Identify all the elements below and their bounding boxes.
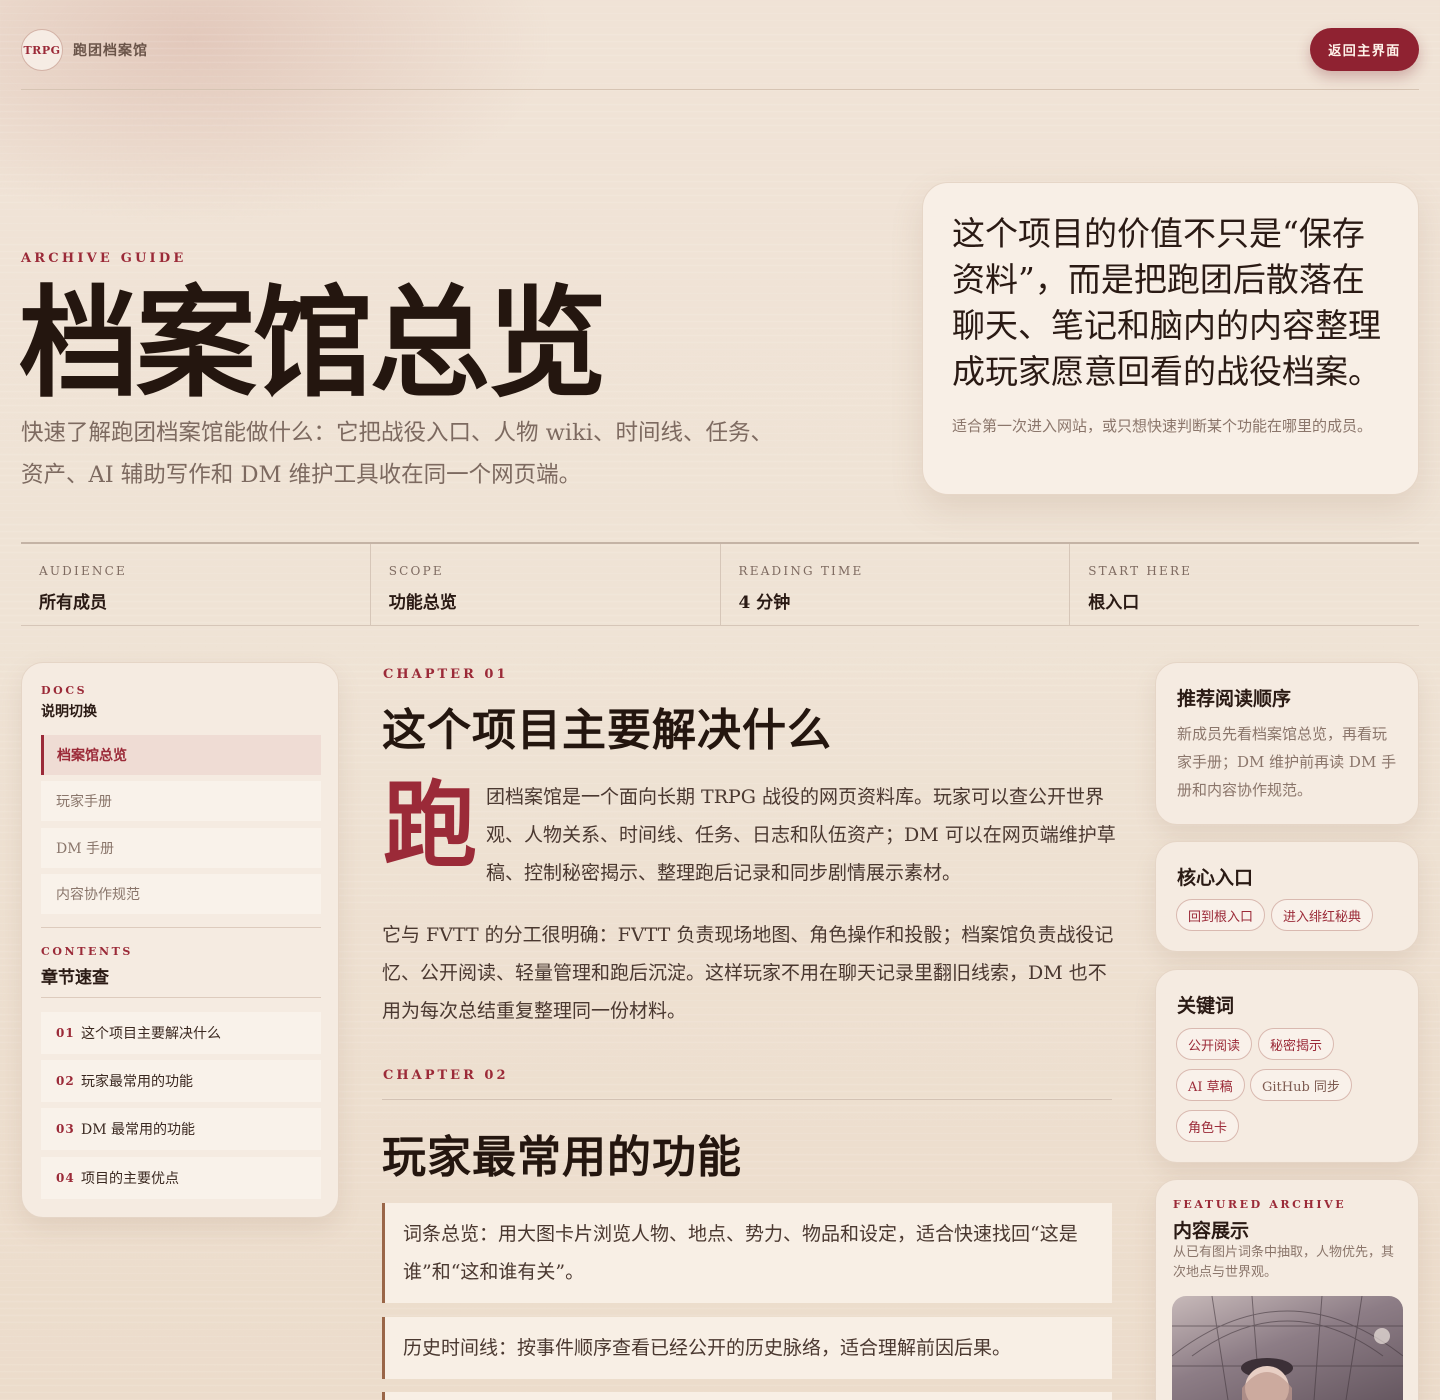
top-bar: TRPG 跑团档案馆 返回主界面 bbox=[21, 28, 1419, 90]
keywords-card: 关键词 公开阅读 秘密揭示 AI 草稿 GitHub 同步 角色卡 bbox=[1155, 969, 1419, 1163]
featured-eyebrow: FEATURED ARCHIVE bbox=[1173, 1198, 1347, 1211]
stat-scope: SCOPE 功能总览 bbox=[369, 544, 720, 625]
reading-order-card: 推荐阅读顺序 新成员先看档案馆总览，再看玩家手册；DM 维护前再读 DM 手册和… bbox=[1155, 662, 1419, 825]
featured-archive-card: FEATURED ARCHIVE 内容展示 从已有图片词条中抽取，人物优先，其次… bbox=[1155, 1179, 1419, 1400]
reading-order-text: 新成员先看档案馆总览，再看玩家手册；DM 维护前再读 DM 手册和内容协作规范。 bbox=[1177, 725, 1397, 799]
docs-sidebar: DOCS 说明切换 档案馆总览 玩家手册 DM 手册 内容协作规范 CONTEN… bbox=[21, 662, 339, 1218]
feature-item: 词条总览：用大图卡片浏览人物、地点、势力、物品和设定，适合快速找回“这是谁”和“… bbox=[382, 1203, 1112, 1303]
contents-eyebrow: CONTENTS bbox=[41, 945, 133, 958]
stat-label: START HERE bbox=[1088, 564, 1193, 578]
featured-title: 内容展示 bbox=[1173, 1220, 1250, 1242]
quote-card: 这个项目的价值不只是“保存资料”，而是把跑团后散落在聊天、笔记和脑内的内容整理成… bbox=[922, 182, 1419, 495]
toc-number: 04 bbox=[56, 1171, 75, 1185]
chapter-1-paragraph-2: 它与 FVTT 的分工很明确：FVTT 负责现场地图、角色操作和投骰；档案馆负责… bbox=[382, 924, 1114, 1022]
hero-description: 快速了解跑团档案馆能做什么：它把战役入口、人物 wiki、时间线、任务、资产、A… bbox=[21, 420, 773, 488]
back-to-main-button[interactable]: 返回主界面 bbox=[1310, 28, 1419, 71]
reading-order-title: 推荐阅读顺序 bbox=[1177, 688, 1292, 710]
docs-title: 说明切换 bbox=[41, 704, 97, 720]
toc-label: 这个项目主要解决什么 bbox=[81, 1026, 221, 1042]
keyword-tag[interactable]: 公开阅读 bbox=[1176, 1028, 1253, 1060]
drop-cap: 跑 bbox=[383, 771, 478, 881]
chapter-1-eyebrow: CHAPTER 01 bbox=[383, 667, 509, 682]
stat-value: 4 分钟 bbox=[738, 593, 791, 613]
doc-link-collab-guidelines[interactable]: 内容协作规范 bbox=[41, 874, 321, 914]
chapter-2-title: 玩家最常用的功能 bbox=[382, 1132, 742, 1183]
quote-text: 这个项目的价值不只是“保存资料”，而是把跑团后散落在聊天、笔记和脑内的内容整理成… bbox=[952, 214, 1381, 391]
stat-reading-time: READING TIME 4 分钟 bbox=[719, 544, 1070, 625]
root-entry-link[interactable]: 回到根入口 bbox=[1176, 899, 1266, 931]
stat-start-here: START HERE 根入口 bbox=[1069, 544, 1419, 625]
feature-item-partial bbox=[382, 1392, 1112, 1400]
stat-audience: AUDIENCE 所有成员 bbox=[21, 544, 370, 625]
sidebar-divider bbox=[41, 997, 321, 998]
featured-text: 从已有图片词条中抽取，人物优先，其次地点与世界观。 bbox=[1173, 1245, 1395, 1280]
toc-item[interactable]: 04 项目的主要优点 bbox=[41, 1157, 321, 1199]
toc-item[interactable]: 03 DM 最常用的功能 bbox=[41, 1108, 321, 1150]
sidebar-divider bbox=[41, 927, 321, 928]
featured-image[interactable] bbox=[1172, 1296, 1403, 1400]
toc-label: DM 最常用的功能 bbox=[81, 1122, 196, 1138]
stat-value: 功能总览 bbox=[388, 593, 457, 613]
crimson-codex-link[interactable]: 进入绯红秘典 bbox=[1271, 899, 1374, 931]
chapter-1-title: 这个项目主要解决什么 bbox=[382, 705, 832, 756]
keyword-tag[interactable]: AI 草稿 bbox=[1176, 1069, 1245, 1101]
stat-value: 根入口 bbox=[1088, 593, 1140, 613]
keyword-tag[interactable]: 秘密揭示 bbox=[1258, 1028, 1335, 1060]
keyword-tag[interactable]: 角色卡 bbox=[1176, 1110, 1240, 1142]
doc-link-dm-handbook[interactable]: DM 手册 bbox=[41, 828, 321, 868]
stat-label: SCOPE bbox=[388, 564, 444, 578]
toc-label: 项目的主要优点 bbox=[81, 1171, 179, 1187]
stat-value: 所有成员 bbox=[39, 593, 107, 613]
doc-link-player-handbook[interactable]: 玩家手册 bbox=[41, 781, 321, 821]
chapter-divider bbox=[382, 1099, 1112, 1100]
page-title: 档案馆总览 bbox=[19, 273, 607, 414]
featured-illustration bbox=[1172, 1296, 1403, 1400]
keywords-title: 关键词 bbox=[1177, 995, 1235, 1017]
docs-eyebrow: DOCS bbox=[41, 684, 88, 697]
chapter-2-eyebrow: CHAPTER 02 bbox=[383, 1068, 509, 1083]
toc-label: 玩家最常用的功能 bbox=[81, 1074, 193, 1090]
stat-label: AUDIENCE bbox=[39, 564, 127, 578]
toc-item[interactable]: 02 玩家最常用的功能 bbox=[41, 1060, 321, 1102]
keyword-tag[interactable]: GitHub 同步 bbox=[1250, 1069, 1352, 1101]
hero-eyebrow: ARCHIVE GUIDE bbox=[21, 251, 187, 266]
core-entry-title: 核心入口 bbox=[1177, 867, 1254, 889]
toc-number: 03 bbox=[56, 1122, 75, 1136]
toc-item[interactable]: 01 这个项目主要解决什么 bbox=[41, 1012, 321, 1054]
site-logo[interactable]: TRPG bbox=[21, 29, 63, 71]
quote-note: 适合第一次进入网站，或只想快速判断某个功能在哪里的成员。 bbox=[952, 417, 1373, 435]
toc-number: 02 bbox=[56, 1074, 75, 1088]
stat-label: READING TIME bbox=[738, 564, 864, 578]
doc-link-overview[interactable]: 档案馆总览 bbox=[41, 735, 321, 775]
core-entry-card: 核心入口 回到根入口 进入绯红秘典 bbox=[1155, 841, 1419, 952]
stats-bar: AUDIENCE 所有成员 SCOPE 功能总览 READING TIME 4 … bbox=[21, 542, 1419, 626]
site-name: 跑团档案馆 bbox=[73, 43, 148, 59]
toc-number: 01 bbox=[56, 1026, 75, 1040]
chapter-1-paragraph-1: 团档案馆是一个面向长期 TRPG 战役的网页资料库。玩家可以查公开世界观、人物关… bbox=[486, 786, 1116, 884]
contents-title: 章节速查 bbox=[41, 968, 109, 988]
feature-item: 历史时间线：按事件顺序查看已经公开的历史脉络，适合理解前因后果。 bbox=[382, 1317, 1112, 1379]
